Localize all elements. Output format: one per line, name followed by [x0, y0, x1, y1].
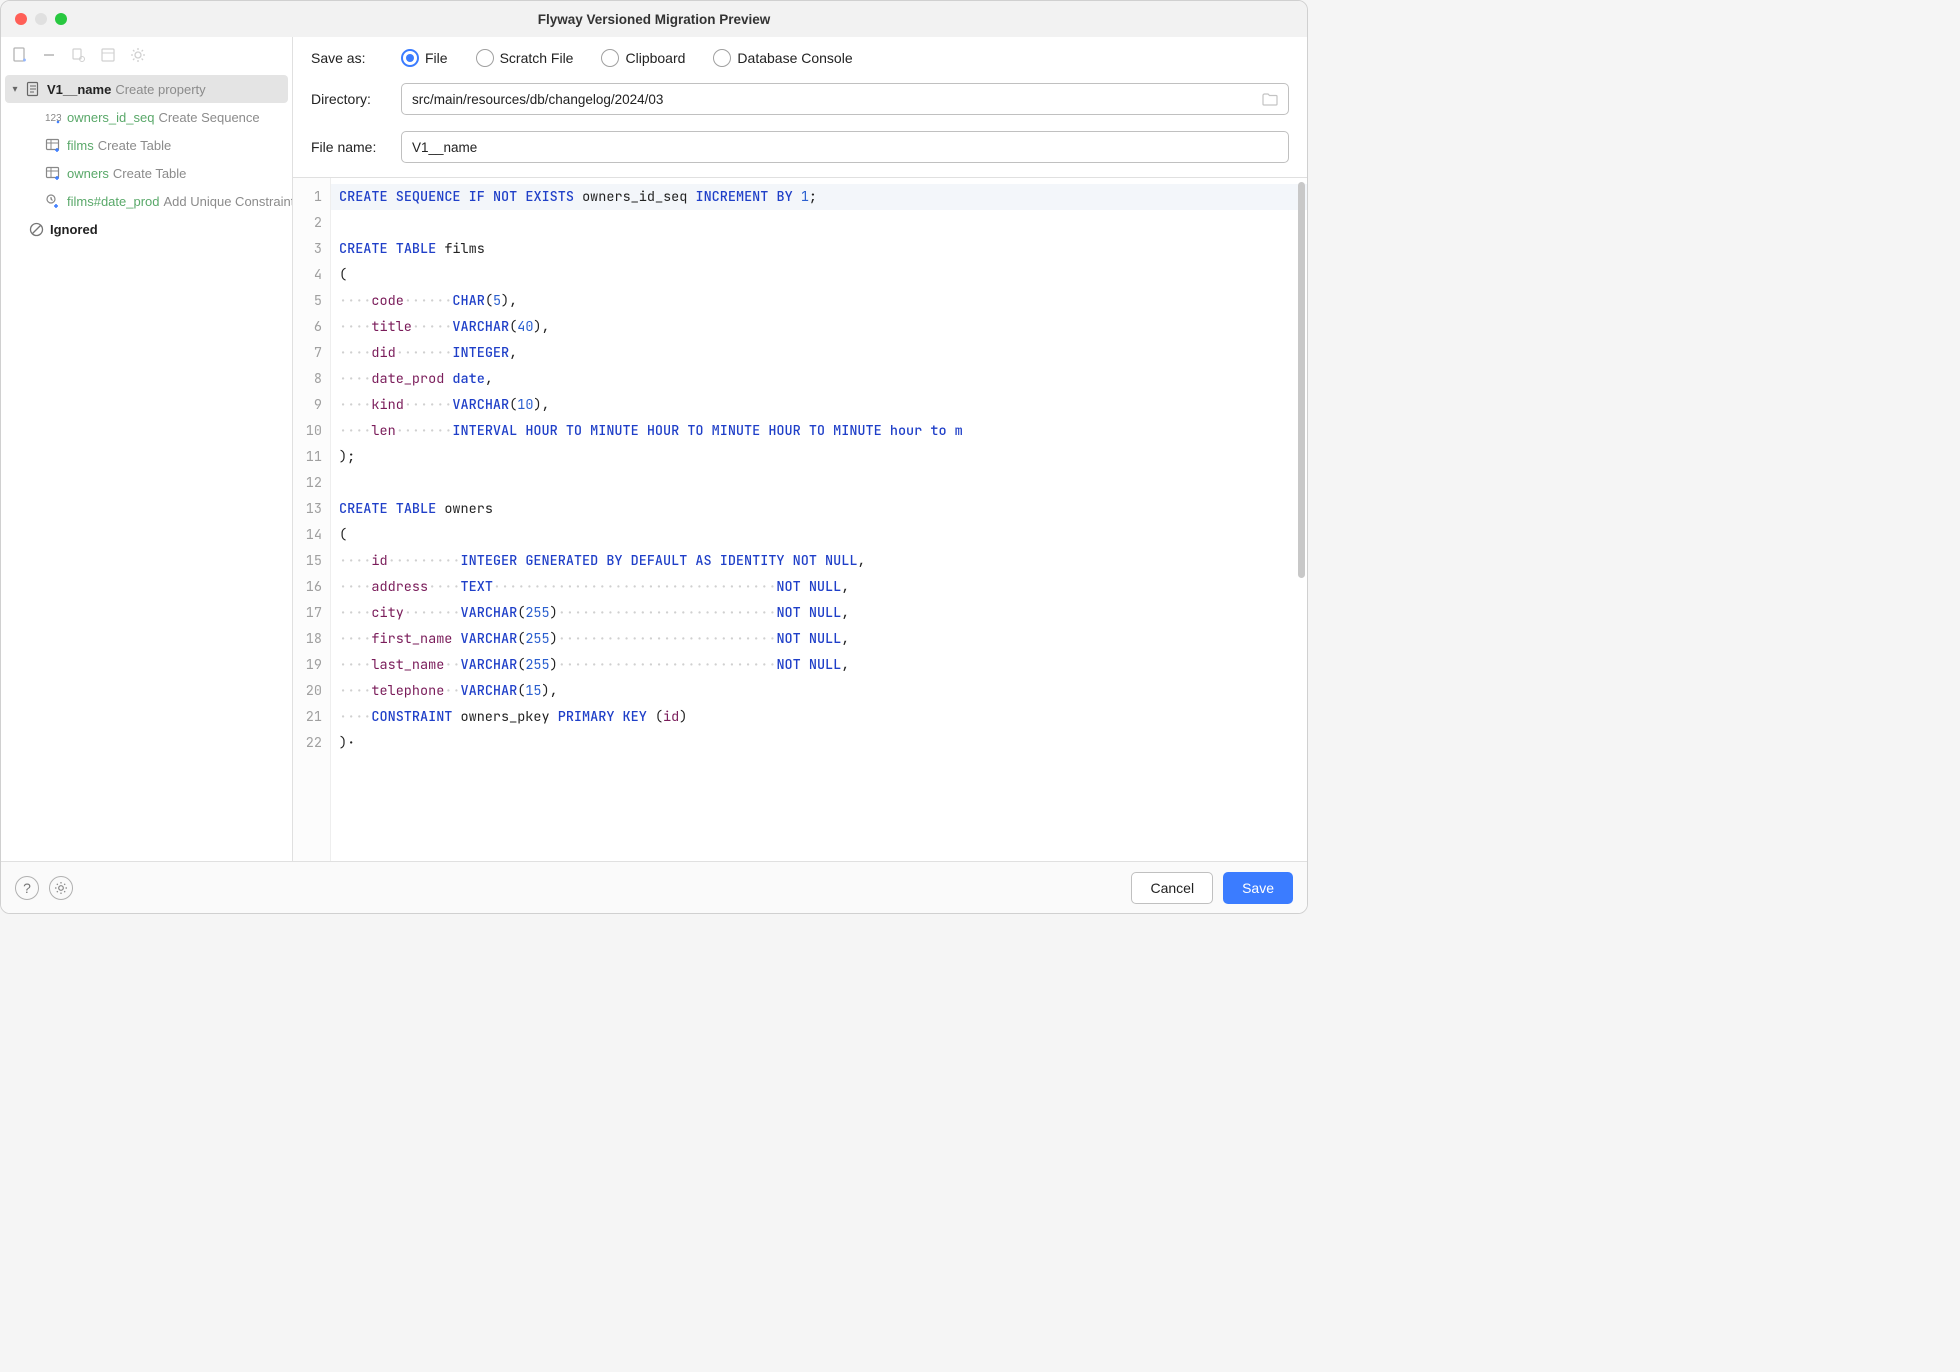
window-title: Flyway Versioned Migration Preview	[1, 12, 1307, 27]
tree-ignored-label: Ignored	[50, 222, 98, 237]
pin-icon[interactable]	[69, 46, 87, 64]
save-as-radio-file[interactable]: File	[401, 49, 448, 67]
tree-root[interactable]: ▾ V1__name Create property	[5, 75, 288, 103]
editor-scrollbar[interactable]	[1298, 182, 1305, 578]
directory-input[interactable]: src/main/resources/db/changelog/2024/03	[401, 83, 1289, 115]
tree-child-name: owners_id_seq	[67, 110, 154, 125]
tree-child-name: films	[67, 138, 94, 153]
directory-value: src/main/resources/db/changelog/2024/03	[412, 92, 663, 107]
layout-icon[interactable]	[99, 46, 117, 64]
tree-child-desc: Create Table	[113, 166, 186, 181]
file-name-input[interactable]: V1__name	[401, 131, 1289, 163]
remove-icon[interactable]	[41, 47, 57, 63]
save-as-label: Save as:	[311, 50, 401, 66]
chevron-down-icon[interactable]: ▾	[9, 84, 21, 95]
tree-child[interactable]: films#date_prod Add Unique Constraint	[1, 187, 292, 215]
file-name-value: V1__name	[412, 140, 477, 155]
maximize-window-button[interactable]	[55, 13, 67, 25]
editor-gutter: 12345678910111213141516171819202122	[293, 178, 331, 861]
save-as-radio-database-console[interactable]: Database Console	[713, 49, 852, 67]
close-window-button[interactable]	[15, 13, 27, 25]
tree-child[interactable]: owners Create Table	[1, 159, 292, 187]
help-icon[interactable]: ?	[15, 876, 39, 900]
sidebar-toolbar	[1, 37, 292, 73]
tree-child-name: films#date_prod	[67, 194, 160, 209]
radio-label: File	[425, 50, 448, 66]
ignored-icon	[29, 222, 44, 237]
save-as-radio-group: File Scratch File Clipboard Database Consol…	[401, 49, 853, 67]
tree-child-name: owners	[67, 166, 109, 181]
tree-child-desc: Create Table	[98, 138, 171, 153]
save-as-radio-clipboard[interactable]: Clipboard	[601, 49, 685, 67]
tree-child-desc: Create Sequence	[158, 110, 259, 125]
radio-circle-icon	[713, 49, 731, 67]
add-file-icon[interactable]	[11, 46, 29, 64]
radio-circle-icon	[476, 49, 494, 67]
radio-circle-icon	[601, 49, 619, 67]
gear-icon[interactable]	[129, 46, 147, 64]
footer: ? Cancel Save	[1, 861, 1307, 913]
file-name-label: File name:	[311, 139, 401, 155]
tree-root-desc: Create property	[115, 82, 205, 97]
seq-icon: 123	[45, 109, 61, 125]
directory-label: Directory:	[311, 91, 401, 107]
radio-label: Scratch File	[500, 50, 574, 66]
settings-icon[interactable]	[49, 876, 73, 900]
table-icon	[45, 137, 61, 153]
sidebar: ▾ V1__name Create property 123 owners_id_…	[1, 37, 293, 861]
minimize-window-button[interactable]	[35, 13, 47, 25]
cancel-button[interactable]: Cancel	[1131, 872, 1213, 904]
titlebar: Flyway Versioned Migration Preview	[1, 1, 1307, 37]
table-icon	[45, 165, 61, 181]
radio-circle-icon	[401, 49, 419, 67]
tree-root-name: V1__name	[47, 82, 111, 97]
tree-child-desc: Add Unique Constraint	[164, 194, 293, 209]
file-icon	[25, 81, 41, 97]
tree-child[interactable]: films Create Table	[1, 131, 292, 159]
tree-ignored[interactable]: Ignored	[1, 215, 292, 243]
tree-child[interactable]: 123 owners_id_seq Create Sequence	[1, 103, 292, 131]
constraint-icon	[45, 193, 61, 209]
editor-code[interactable]: CREATE SEQUENCE IF NOT EXISTS owners_id_…	[331, 178, 1307, 861]
radio-label: Clipboard	[625, 50, 685, 66]
changelog-tree[interactable]: ▾ V1__name Create property 123 owners_id_…	[1, 73, 292, 861]
save-button[interactable]: Save	[1223, 872, 1293, 904]
sql-editor[interactable]: 12345678910111213141516171819202122 CREA…	[293, 177, 1307, 861]
radio-label: Database Console	[737, 50, 852, 66]
save-as-radio-scratch-file[interactable]: Scratch File	[476, 49, 574, 67]
folder-icon[interactable]	[1262, 92, 1278, 106]
